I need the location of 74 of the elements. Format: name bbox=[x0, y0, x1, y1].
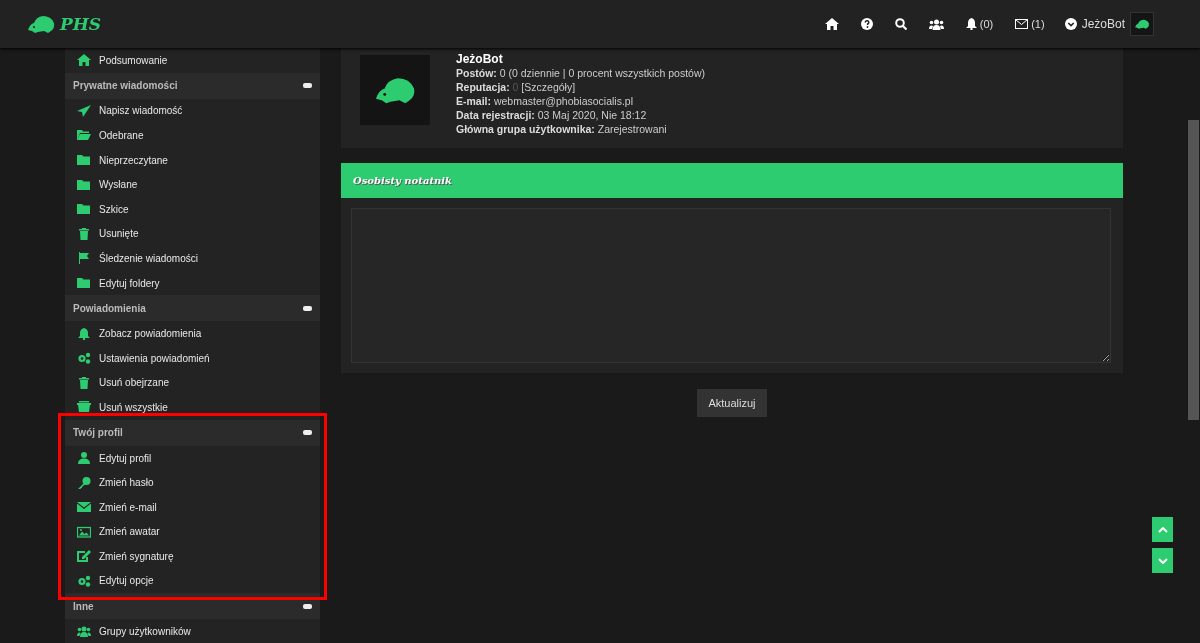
send-icon bbox=[77, 104, 91, 117]
image-icon bbox=[77, 525, 91, 538]
sidebar-item[interactable]: Usuń obejrzane bbox=[99, 377, 170, 389]
help-icon bbox=[860, 18, 873, 30]
trash-icon bbox=[77, 227, 91, 240]
sidebar-item[interactable]: Edytuj opcje bbox=[99, 575, 154, 587]
sidebar-item[interactable]: Zmień sygnaturę bbox=[99, 550, 174, 562]
help-link[interactable] bbox=[860, 18, 873, 30]
folder-icon bbox=[77, 203, 91, 216]
sidebar-item[interactable]: Napisz wiadomość bbox=[99, 105, 183, 117]
users-icon bbox=[928, 18, 944, 30]
user-icon bbox=[77, 452, 91, 464]
envelope-icon bbox=[77, 501, 91, 514]
home-icon bbox=[824, 18, 839, 30]
home-link[interactable] bbox=[824, 18, 839, 30]
sidebar-item[interactable]: Wysłane bbox=[99, 179, 138, 191]
sidebar-item[interactable]: Odebrane bbox=[99, 130, 144, 141]
logo-text[interactable]: PHS bbox=[60, 14, 102, 34]
update-button[interactable]: Aktualizuj bbox=[697, 389, 767, 417]
chevron-down-icon bbox=[1157, 557, 1168, 564]
profile-detail: Główna grupa użytkownika: Zarejestrowani bbox=[456, 122, 668, 136]
section-header[interactable]: Powiadomienia bbox=[65, 295, 320, 322]
chevron-down-icon bbox=[1064, 18, 1077, 30]
folder-open-icon bbox=[77, 129, 91, 142]
sidebar-item[interactable]: Usunięte bbox=[99, 228, 139, 240]
sidebar-item[interactable]: Zobacz powiadomienia bbox=[99, 328, 202, 340]
search-link[interactable] bbox=[894, 18, 907, 30]
members-link[interactable] bbox=[928, 18, 944, 30]
profile-detail: Data rejestracji: 03 Maj 2020, Nie 18:12 bbox=[456, 108, 648, 122]
search-icon bbox=[894, 18, 907, 30]
trash-icon bbox=[77, 376, 91, 389]
bell-icon bbox=[965, 18, 977, 30]
sidebar-item[interactable]: Ustawienia powiadomień bbox=[99, 352, 210, 364]
sidebar-item[interactable]: Usuń wszystkie bbox=[99, 401, 168, 413]
sidebar-item[interactable]: Edytuj profil bbox=[99, 452, 152, 464]
collapse-toggle-icon[interactable] bbox=[303, 430, 312, 436]
sidebar-item[interactable]: Zmień awatar bbox=[99, 526, 160, 538]
profile-detail: E-mail: webmaster@phobiasocialis.pl bbox=[456, 94, 634, 108]
sidebar-item[interactable]: Zmień e-mail bbox=[99, 501, 157, 513]
gears-icon bbox=[77, 352, 91, 365]
gears-icon bbox=[77, 575, 91, 587]
collapse-toggle-icon[interactable] bbox=[303, 83, 312, 89]
bell-icon bbox=[77, 327, 91, 340]
collapse-toggle-icon[interactable] bbox=[303, 603, 312, 609]
section-header[interactable]: Prywatne wiadomości bbox=[65, 72, 320, 99]
key-icon bbox=[77, 476, 91, 489]
user-avatar[interactable] bbox=[1130, 12, 1154, 36]
sidebar-item[interactable]: Zmień hasło bbox=[99, 477, 154, 489]
home-icon bbox=[77, 54, 91, 67]
sidebar-item[interactable]: Grupy użytkowników bbox=[99, 626, 191, 638]
profile-avatar bbox=[360, 55, 430, 125]
notifications-link[interactable]: (0) bbox=[965, 18, 994, 30]
sidebar-item[interactable]: Śledzenie wiadomości bbox=[99, 252, 198, 264]
users-icon bbox=[77, 625, 91, 638]
envelope-icon bbox=[1015, 19, 1029, 29]
panel-header: Osobisty notatnik bbox=[341, 163, 1123, 198]
hedgehog-icon bbox=[26, 14, 56, 34]
folder-icon bbox=[77, 154, 91, 167]
user-menu[interactable]: JeżoBot bbox=[1064, 17, 1125, 31]
profile-name: JeżoBot bbox=[456, 52, 504, 66]
messages-link[interactable]: (1) bbox=[1015, 18, 1045, 30]
folder-icon bbox=[77, 178, 91, 191]
dumpster-icon bbox=[77, 401, 91, 414]
chevron-up-icon bbox=[1157, 526, 1168, 533]
sidebar-item[interactable]: Szkice bbox=[99, 203, 129, 215]
edit-icon bbox=[77, 550, 91, 563]
sidebar-item[interactable]: Nieprzeczytane bbox=[99, 154, 168, 166]
sidebar-item[interactable]: Podsumowanie bbox=[99, 54, 168, 66]
section-header[interactable]: Twój profil bbox=[65, 419, 320, 446]
folder-icon bbox=[77, 277, 91, 290]
flag-icon bbox=[77, 252, 91, 265]
profile-detail: Postów: 0 (0 dziennie | 0 procent wszystkich postów) bbox=[456, 66, 705, 80]
collapse-toggle-icon[interactable] bbox=[303, 305, 312, 311]
sidebar-item[interactable]: Edytuj foldery bbox=[99, 277, 160, 289]
